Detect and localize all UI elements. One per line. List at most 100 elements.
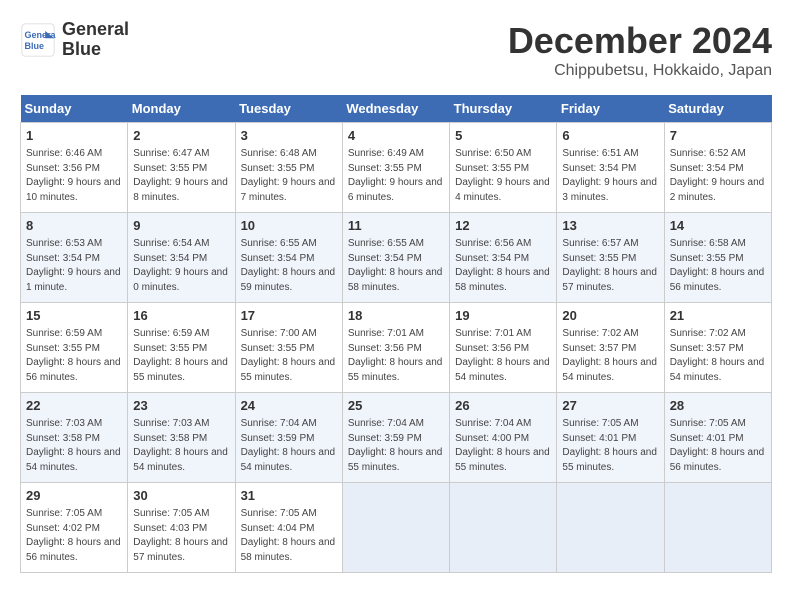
calendar-table: SundayMondayTuesdayWednesdayThursdayFrid… bbox=[20, 95, 772, 573]
day-cell-8: 8 Sunrise: 6:53 AM Sunset: 3:54 PM Daylig… bbox=[21, 213, 128, 303]
day-info: Sunrise: 7:02 AM Sunset: 3:57 PM Dayligh… bbox=[670, 327, 766, 385]
day-info: Sunrise: 6:57 AM Sunset: 3:55 PM Dayligh… bbox=[562, 237, 658, 295]
day-info: Sunrise: 7:05 AM Sunset: 4:02 PM Dayligh… bbox=[26, 507, 122, 565]
empty-cell bbox=[557, 483, 664, 573]
logo: General Blue General Blue bbox=[20, 20, 129, 60]
logo-icon: General Blue bbox=[20, 22, 56, 58]
day-info: Sunrise: 6:47 AM Sunset: 3:55 PM Dayligh… bbox=[133, 147, 229, 205]
day-number: 29 bbox=[26, 487, 122, 505]
day-number: 19 bbox=[455, 307, 551, 325]
day-cell-23: 23Sunrise: 7:03 AM Sunset: 3:58 PM Dayli… bbox=[128, 393, 235, 483]
day-number: 28 bbox=[670, 397, 766, 415]
day-number: 6 bbox=[562, 127, 658, 145]
day-cell-12: 12Sunrise: 6:56 AM Sunset: 3:54 PM Dayli… bbox=[450, 213, 557, 303]
page-header: General Blue General Blue December 2024 … bbox=[20, 20, 772, 80]
day-info: Sunrise: 6:59 AM Sunset: 3:55 PM Dayligh… bbox=[26, 327, 122, 385]
day-cell-31: 31Sunrise: 7:05 AM Sunset: 4:04 PM Dayli… bbox=[235, 483, 342, 573]
header-friday: Friday bbox=[557, 95, 664, 123]
day-number: 20 bbox=[562, 307, 658, 325]
empty-cell bbox=[342, 483, 449, 573]
day-info: Sunrise: 6:54 AM Sunset: 3:54 PM Dayligh… bbox=[133, 237, 229, 295]
day-cell-10: 10Sunrise: 6:55 AM Sunset: 3:54 PM Dayli… bbox=[235, 213, 342, 303]
day-cell-6: 6 Sunrise: 6:51 AM Sunset: 3:54 PM Daylig… bbox=[557, 123, 664, 213]
day-info: Sunrise: 6:59 AM Sunset: 3:55 PM Dayligh… bbox=[133, 327, 229, 385]
day-info: Sunrise: 6:46 AM Sunset: 3:56 PM Dayligh… bbox=[26, 147, 122, 205]
header-tuesday: Tuesday bbox=[235, 95, 342, 123]
day-info: Sunrise: 7:04 AM Sunset: 3:59 PM Dayligh… bbox=[348, 417, 444, 475]
day-info: Sunrise: 6:55 AM Sunset: 3:54 PM Dayligh… bbox=[348, 237, 444, 295]
day-number: 1 bbox=[26, 127, 122, 145]
day-cell-9: 9 Sunrise: 6:54 AM Sunset: 3:54 PM Daylig… bbox=[128, 213, 235, 303]
day-number: 9 bbox=[133, 217, 229, 235]
day-number: 24 bbox=[241, 397, 337, 415]
logo-text: General Blue bbox=[62, 20, 129, 60]
day-cell-1: 1 Sunrise: 6:46 AM Sunset: 3:56 PM Daylig… bbox=[21, 123, 128, 213]
svg-text:Blue: Blue bbox=[25, 41, 45, 51]
day-number: 11 bbox=[348, 217, 444, 235]
day-info: Sunrise: 6:51 AM Sunset: 3:54 PM Dayligh… bbox=[562, 147, 658, 205]
page-subtitle: Chippubetsu, Hokkaido, Japan bbox=[508, 62, 772, 80]
day-cell-30: 30Sunrise: 7:05 AM Sunset: 4:03 PM Dayli… bbox=[128, 483, 235, 573]
day-cell-27: 27 Sunrise: 7:05 AM Sunset: 4:01 PM Dayli… bbox=[557, 393, 664, 483]
day-cell-17: 17Sunrise: 7:00 AM Sunset: 3:55 PM Dayli… bbox=[235, 303, 342, 393]
header-wednesday: Wednesday bbox=[342, 95, 449, 123]
day-number: 25 bbox=[348, 397, 444, 415]
day-info: Sunrise: 6:58 AM Sunset: 3:55 PM Dayligh… bbox=[670, 237, 766, 295]
day-cell-26: 26Sunrise: 7:04 AM Sunset: 4:00 PM Dayli… bbox=[450, 393, 557, 483]
day-info: Sunrise: 6:52 AM Sunset: 3:54 PM Dayligh… bbox=[670, 147, 766, 205]
day-number: 4 bbox=[348, 127, 444, 145]
header-thursday: Thursday bbox=[450, 95, 557, 123]
day-number: 27 bbox=[562, 397, 658, 415]
week-row-3: 22 Sunrise: 7:03 AM Sunset: 3:58 PM Dayli… bbox=[21, 393, 772, 483]
day-info: Sunrise: 7:05 AM Sunset: 4:03 PM Dayligh… bbox=[133, 507, 229, 565]
svg-text:General: General bbox=[25, 30, 57, 40]
day-info: Sunrise: 7:03 AM Sunset: 3:58 PM Dayligh… bbox=[26, 417, 122, 475]
day-cell-19: 19 Sunrise: 7:01 AM Sunset: 3:56 PM Dayli… bbox=[450, 303, 557, 393]
week-row-1: 8 Sunrise: 6:53 AM Sunset: 3:54 PM Daylig… bbox=[21, 213, 772, 303]
day-cell-5: 5 Sunrise: 6:50 AM Sunset: 3:55 PM Daylig… bbox=[450, 123, 557, 213]
title-block: December 2024 Chippubetsu, Hokkaido, Jap… bbox=[508, 20, 772, 80]
day-cell-20: 20Sunrise: 7:02 AM Sunset: 3:57 PM Dayli… bbox=[557, 303, 664, 393]
day-info: Sunrise: 6:55 AM Sunset: 3:54 PM Dayligh… bbox=[241, 237, 337, 295]
day-info: Sunrise: 6:53 AM Sunset: 3:54 PM Dayligh… bbox=[26, 237, 122, 295]
day-info: Sunrise: 7:01 AM Sunset: 3:56 PM Dayligh… bbox=[348, 327, 444, 385]
day-number: 18 bbox=[348, 307, 444, 325]
day-info: Sunrise: 7:05 AM Sunset: 4:01 PM Dayligh… bbox=[670, 417, 766, 475]
day-cell-15: 15Sunrise: 6:59 AM Sunset: 3:55 PM Dayli… bbox=[21, 303, 128, 393]
week-row-4: 29 Sunrise: 7:05 AM Sunset: 4:02 PM Dayli… bbox=[21, 483, 772, 573]
day-info: Sunrise: 7:04 AM Sunset: 4:00 PM Dayligh… bbox=[455, 417, 551, 475]
day-number: 5 bbox=[455, 127, 551, 145]
day-number: 16 bbox=[133, 307, 229, 325]
day-cell-18: 18 Sunrise: 7:01 AM Sunset: 3:56 PM Dayli… bbox=[342, 303, 449, 393]
day-info: Sunrise: 6:50 AM Sunset: 3:55 PM Dayligh… bbox=[455, 147, 551, 205]
day-info: Sunrise: 7:00 AM Sunset: 3:55 PM Dayligh… bbox=[241, 327, 337, 385]
day-info: Sunrise: 7:01 AM Sunset: 3:56 PM Dayligh… bbox=[455, 327, 551, 385]
day-info: Sunrise: 6:48 AM Sunset: 3:55 PM Dayligh… bbox=[241, 147, 337, 205]
day-number: 7 bbox=[670, 127, 766, 145]
day-info: Sunrise: 7:04 AM Sunset: 3:59 PM Dayligh… bbox=[241, 417, 337, 475]
header-monday: Monday bbox=[128, 95, 235, 123]
day-cell-11: 11 Sunrise: 6:55 AM Sunset: 3:54 PM Dayli… bbox=[342, 213, 449, 303]
day-number: 23 bbox=[133, 397, 229, 415]
page-title: December 2024 bbox=[508, 20, 772, 62]
day-number: 8 bbox=[26, 217, 122, 235]
empty-cell bbox=[664, 483, 771, 573]
day-cell-14: 14 Sunrise: 6:58 AM Sunset: 3:55 PM Dayli… bbox=[664, 213, 771, 303]
day-cell-25: 25 Sunrise: 7:04 AM Sunset: 3:59 PM Dayli… bbox=[342, 393, 449, 483]
day-cell-4: 4Sunrise: 6:49 AM Sunset: 3:55 PM Daylig… bbox=[342, 123, 449, 213]
day-cell-13: 13Sunrise: 6:57 AM Sunset: 3:55 PM Dayli… bbox=[557, 213, 664, 303]
calendar-body: 1 Sunrise: 6:46 AM Sunset: 3:56 PM Daylig… bbox=[21, 123, 772, 573]
day-number: 2 bbox=[133, 127, 229, 145]
day-cell-22: 22 Sunrise: 7:03 AM Sunset: 3:58 PM Dayli… bbox=[21, 393, 128, 483]
week-row-2: 15Sunrise: 6:59 AM Sunset: 3:55 PM Dayli… bbox=[21, 303, 772, 393]
day-number: 22 bbox=[26, 397, 122, 415]
day-number: 14 bbox=[670, 217, 766, 235]
day-cell-7: 7 Sunrise: 6:52 AM Sunset: 3:54 PM Daylig… bbox=[664, 123, 771, 213]
week-row-0: 1 Sunrise: 6:46 AM Sunset: 3:56 PM Daylig… bbox=[21, 123, 772, 213]
day-cell-2: 2 Sunrise: 6:47 AM Sunset: 3:55 PM Daylig… bbox=[128, 123, 235, 213]
header-sunday: Sunday bbox=[21, 95, 128, 123]
day-cell-3: 3Sunrise: 6:48 AM Sunset: 3:55 PM Daylig… bbox=[235, 123, 342, 213]
day-number: 12 bbox=[455, 217, 551, 235]
empty-cell bbox=[450, 483, 557, 573]
day-info: Sunrise: 7:05 AM Sunset: 4:01 PM Dayligh… bbox=[562, 417, 658, 475]
